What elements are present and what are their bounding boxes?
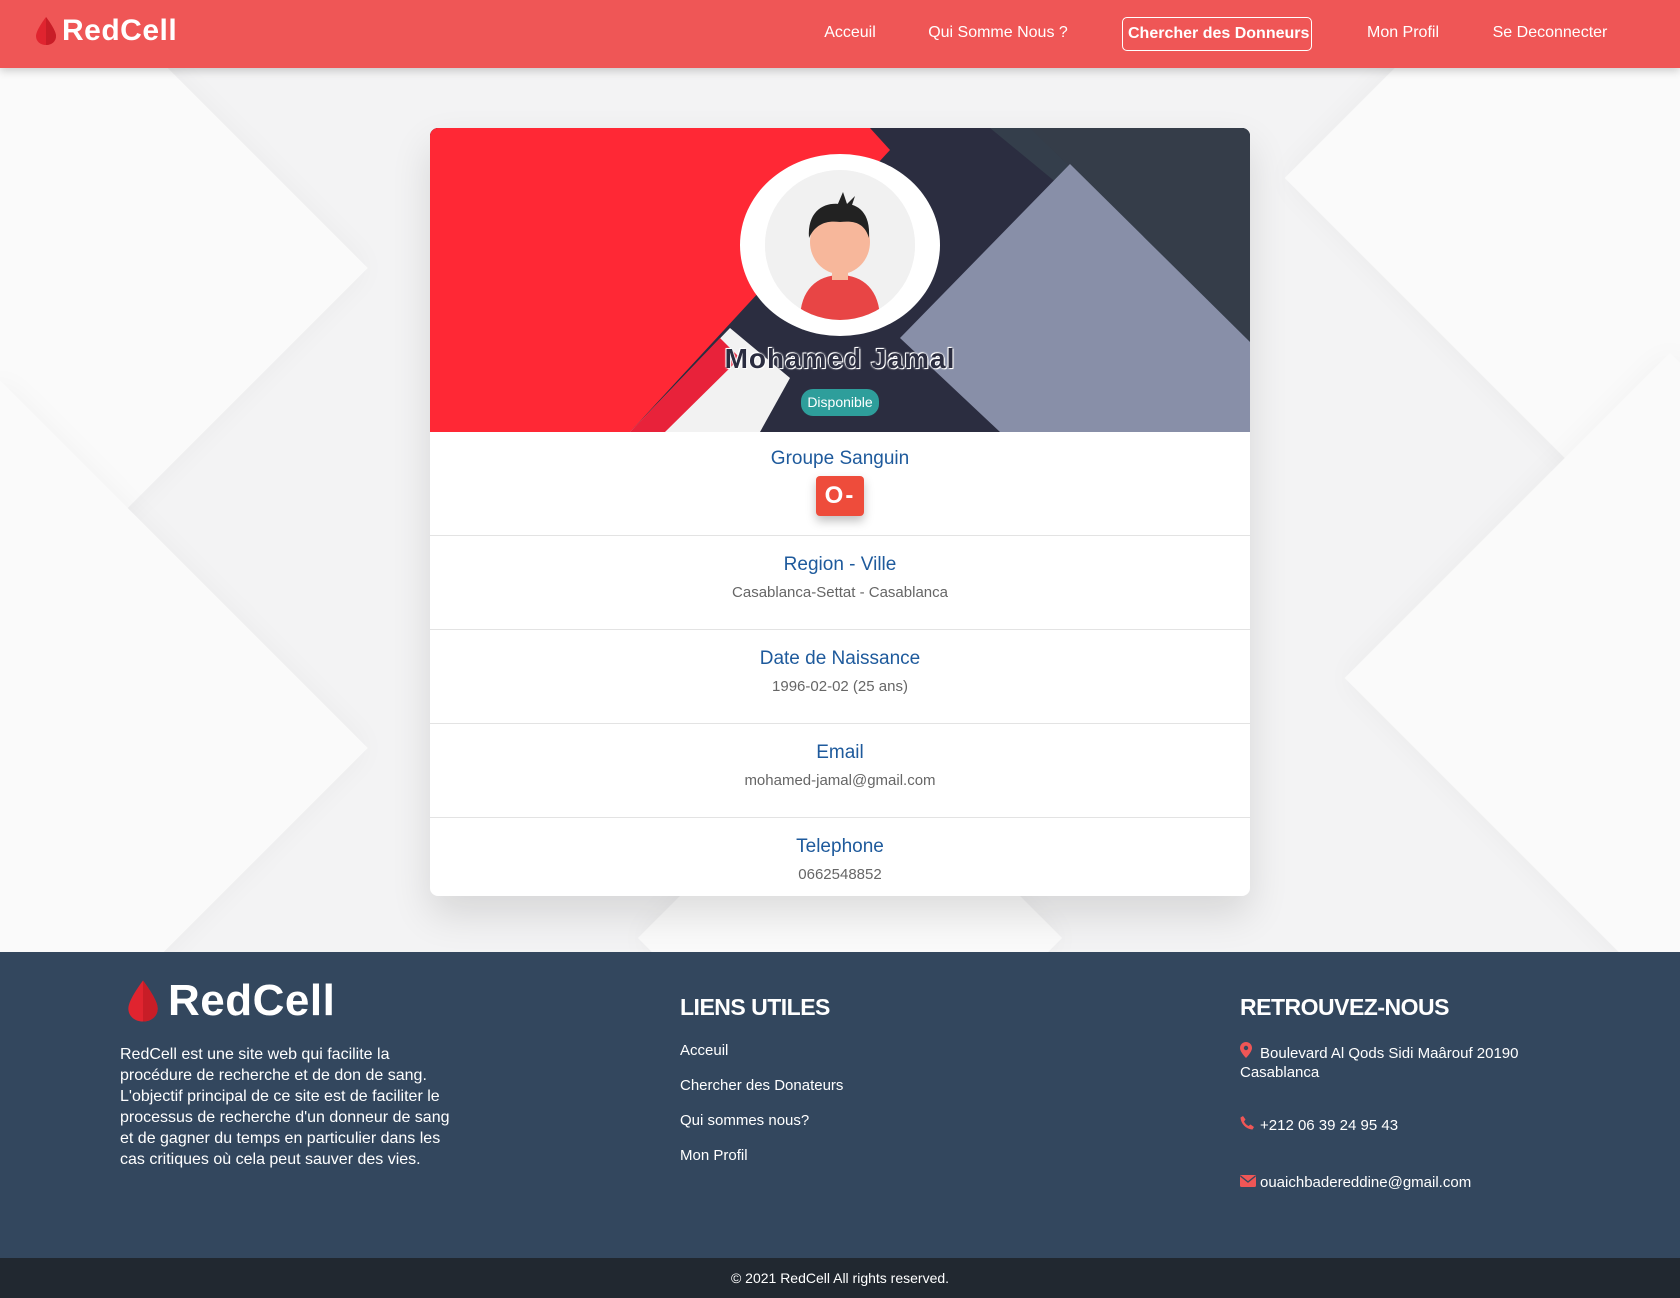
email-title: Email — [816, 742, 864, 763]
section-region: Region - Ville Casablanca-Settat - Casab… — [430, 536, 1250, 630]
phone-icon — [1240, 1116, 1256, 1134]
footer-link-qui-sommes-nous[interactable]: Qui sommes nous? — [680, 1112, 843, 1131]
birth-date-value: 1996-02-02 (25 ans) — [772, 678, 908, 695]
footer: RedCell RedCell est une site web qui fac… — [0, 952, 1680, 1258]
footer-link-mon-profil[interactable]: Mon Profil — [680, 1147, 843, 1166]
footer-address-text: Boulevard Al Qods Sidi Maârouf 20190 Cas… — [1240, 1045, 1519, 1081]
section-email: Email mohamed-jamal@gmail.com — [430, 724, 1250, 818]
profile-name: Mohamed Jamal — [724, 343, 956, 374]
profile-card: Mohamed Jamal Disponible Groupe Sanguin … — [430, 128, 1250, 896]
footer-contact-heading: RETROUVEZ-NOUS — [1240, 994, 1449, 1020]
footer-email[interactable]: ouaichbadereddine@gmail.com — [1240, 1174, 1471, 1191]
footer-links-heading: LIENS UTILES — [680, 994, 830, 1020]
profile-header: Mohamed Jamal Disponible — [430, 128, 1250, 432]
footer-links: Acceuil Chercher des Donateurs Qui somme… — [680, 1042, 843, 1182]
nav-acceuil[interactable]: Acceuil — [812, 17, 888, 51]
birth-date-title: Date de Naissance — [759, 648, 921, 669]
section-birth-date: Date de Naissance 1996-02-02 (25 ans) — [430, 630, 1250, 724]
nav-qui-somme-nous[interactable]: Qui Somme Nous ? — [928, 17, 1068, 51]
email-value: mohamed-jamal@gmail.com — [744, 772, 936, 789]
footer-brand-logo: RedCell — [124, 976, 335, 1026]
user-avatar — [765, 170, 915, 320]
navbar: RedCell Acceuil Qui Somme Nous ? Cherche… — [0, 0, 1680, 68]
region-value: Casablanca-Settat - Casablanca — [732, 584, 948, 601]
brand-logo[interactable]: RedCell — [34, 14, 177, 48]
footer-description: RedCell est une site web qui facilite la… — [120, 1046, 450, 1168]
section-blood-group: Groupe Sanguin O- — [430, 432, 1250, 536]
nav-se-deconnecter[interactable]: Se Deconnecter — [1480, 17, 1620, 51]
envelope-icon — [1240, 1174, 1256, 1191]
footer-email-text: ouaichbadereddine@gmail.com — [1260, 1174, 1472, 1191]
blood-group-badge: O- — [816, 476, 864, 516]
blood-group-title: Groupe Sanguin — [770, 448, 910, 469]
telephone-value: 0662548852 — [798, 866, 882, 883]
footer-link-acceuil[interactable]: Acceuil — [680, 1042, 843, 1061]
status-badge: Disponible — [801, 389, 879, 416]
blood-drop-icon — [128, 980, 158, 1022]
footer-brand-name: RedCell — [168, 976, 336, 1025]
footer-phone: +212 06 39 24 95 43 — [1240, 1116, 1398, 1134]
avatar — [740, 154, 940, 336]
footer-phone-text: +212 06 39 24 95 43 — [1260, 1117, 1399, 1134]
telephone-title: Telephone — [796, 836, 884, 857]
blood-drop-icon — [36, 17, 56, 45]
region-title: Region - Ville — [783, 554, 897, 575]
footer-address: Boulevard Al Qods Sidi Maârouf 20190 Cas… — [1240, 1042, 1540, 1082]
section-telephone: Telephone 0662548852 — [430, 818, 1250, 896]
brand-name: RedCell — [62, 14, 178, 47]
copyright-bar: © 2021 RedCell All rights reserved. — [0, 1258, 1680, 1298]
location-pin-icon — [1240, 1042, 1256, 1063]
nav-mon-profil[interactable]: Mon Profil — [1358, 17, 1448, 51]
footer-link-chercher-donateurs[interactable]: Chercher des Donateurs — [680, 1077, 843, 1096]
nav-chercher-donneurs[interactable]: Chercher des Donneurs — [1122, 17, 1312, 51]
